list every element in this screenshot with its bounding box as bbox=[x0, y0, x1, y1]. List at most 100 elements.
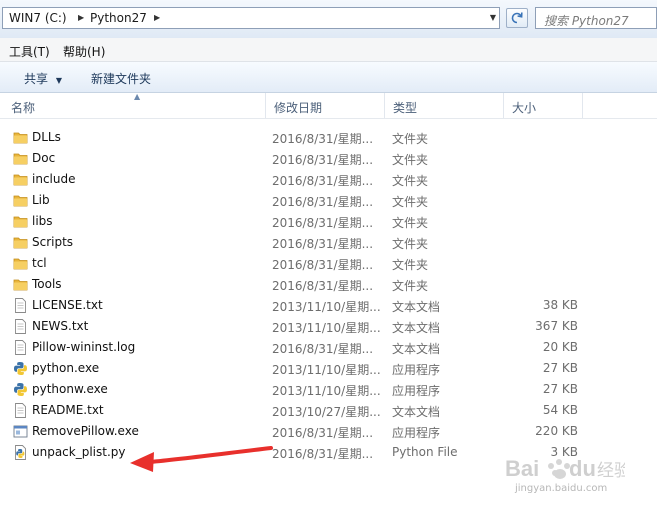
breadcrumb-drive[interactable]: WIN7 (C:) bbox=[9, 11, 67, 25]
file-row[interactable]: python.exe 2013/11/10/星期... 应用程序 27 KB bbox=[0, 358, 657, 379]
file-row[interactable]: include 2016/8/31/星期... 文件夹 bbox=[0, 169, 657, 190]
file-type: 文本文档 bbox=[392, 321, 441, 335]
annotation-arrow-icon bbox=[130, 446, 273, 472]
file-type: 文本文档 bbox=[392, 300, 441, 314]
folder-icon bbox=[13, 256, 28, 271]
column-header-modified[interactable]: 修改日期 bbox=[266, 93, 385, 118]
chevron-down-icon[interactable]: ▼ bbox=[490, 13, 496, 22]
text-file-icon bbox=[13, 403, 28, 418]
file-name: Scripts bbox=[32, 235, 74, 249]
folder-icon bbox=[13, 151, 28, 166]
file-size: 220 KB bbox=[535, 424, 578, 438]
file-modified: 2013/11/10/星期... bbox=[272, 321, 381, 335]
file-row[interactable]: Doc 2016/8/31/星期... 文件夹 bbox=[0, 148, 657, 169]
file-row[interactable]: libs 2016/8/31/星期... 文件夹 bbox=[0, 211, 657, 232]
file-modified: 2016/8/31/星期... bbox=[272, 237, 374, 251]
column-header-name[interactable]: ▲ 名称 bbox=[3, 92, 266, 118]
file-type: 文件夹 bbox=[392, 279, 429, 293]
file-modified: 2016/8/31/星期... bbox=[272, 258, 374, 272]
svg-text:Bai: Bai bbox=[505, 456, 539, 481]
file-modified: 2016/8/31/星期... bbox=[272, 279, 374, 293]
folder-icon bbox=[13, 235, 28, 250]
file-row[interactable]: Lib 2016/8/31/星期... 文件夹 bbox=[0, 190, 657, 211]
refresh-button[interactable] bbox=[506, 8, 528, 28]
menu-bar: 工具(T) 帮助(H) bbox=[0, 38, 657, 62]
file-modified: 2016/8/31/星期... bbox=[272, 195, 374, 209]
file-row[interactable]: Tools 2016/8/31/星期... 文件夹 bbox=[0, 274, 657, 295]
file-name: python.exe bbox=[32, 361, 100, 375]
column-header-type[interactable]: 类型 bbox=[385, 93, 504, 118]
file-row[interactable]: RemovePillow.exe 2016/8/31/星期... 应用程序 220 K… bbox=[0, 421, 657, 442]
file-type: 应用程序 bbox=[392, 363, 441, 377]
file-size: 367 KB bbox=[535, 319, 578, 333]
folder-icon bbox=[13, 193, 28, 208]
share-button[interactable]: 共享 ▼ bbox=[24, 70, 62, 87]
text-file-icon bbox=[13, 298, 28, 313]
file-type: Python File bbox=[392, 445, 458, 459]
file-modified: 2013/11/10/星期... bbox=[272, 363, 381, 377]
file-size: 20 KB bbox=[542, 340, 578, 354]
file-name: libs bbox=[32, 214, 53, 228]
folder-icon bbox=[13, 172, 28, 187]
svg-text:du: du bbox=[569, 456, 596, 481]
file-modified: 2016/8/31/星期... bbox=[272, 132, 374, 146]
breadcrumb-python27[interactable]: Python27 bbox=[90, 11, 147, 25]
file-row[interactable]: Pillow-wininst.log 2016/8/31/星期... 文本文档 20 … bbox=[0, 337, 657, 358]
file-type: 文本文档 bbox=[392, 405, 441, 419]
file-name: unpack_plist.py bbox=[32, 445, 126, 459]
file-row[interactable]: DLLs 2016/8/31/星期... 文件夹 bbox=[0, 127, 657, 148]
file-name: include bbox=[32, 172, 76, 186]
file-type: 文件夹 bbox=[392, 237, 429, 251]
chevron-right-icon[interactable]: ▶ bbox=[78, 13, 84, 22]
file-row[interactable]: NEWS.txt 2013/11/10/星期... 文本文档 367 KB bbox=[0, 316, 657, 337]
column-label-name: 名称 bbox=[11, 101, 36, 115]
file-type: 文本文档 bbox=[392, 342, 441, 356]
column-divider[interactable] bbox=[582, 93, 583, 118]
file-name: README.txt bbox=[32, 403, 104, 417]
address-bar[interactable]: WIN7 (C:) ▶ Python27 ▶ ▼ bbox=[2, 7, 500, 29]
file-row[interactable]: LICENSE.txt 2013/11/10/星期... 文本文档 38 KB bbox=[0, 295, 657, 316]
python-icon bbox=[13, 361, 28, 376]
file-modified: 2016/8/31/星期... bbox=[272, 426, 374, 440]
file-size: 38 KB bbox=[542, 298, 578, 312]
file-modified: 2013/11/10/星期... bbox=[272, 300, 381, 314]
file-name: NEWS.txt bbox=[32, 319, 89, 333]
svg-text:经验: 经验 bbox=[597, 461, 625, 481]
file-modified: 2016/8/31/星期... bbox=[272, 342, 374, 356]
file-row[interactable]: Scripts 2016/8/31/星期... 文件夹 bbox=[0, 232, 657, 253]
file-row[interactable]: README.txt 2013/10/27/星期... 文本文档 54 KB bbox=[0, 400, 657, 421]
menu-tools[interactable]: 工具(T) bbox=[9, 43, 50, 60]
folder-icon bbox=[13, 214, 28, 229]
sort-ascending-icon: ▲ bbox=[134, 92, 141, 101]
text-file-icon bbox=[13, 340, 28, 355]
file-type: 应用程序 bbox=[392, 384, 441, 398]
new-folder-button[interactable]: 新建文件夹 bbox=[91, 70, 151, 87]
file-size: 54 KB bbox=[542, 403, 578, 417]
column-header-row: ▲ 名称 修改日期 类型 大小 bbox=[0, 92, 657, 119]
column-header-size[interactable]: 大小 bbox=[504, 93, 583, 118]
address-bar-region: WIN7 (C:) ▶ Python27 ▶ ▼ 搜索 Python27 bbox=[0, 0, 657, 38]
file-name: LICENSE.txt bbox=[32, 298, 103, 312]
python-script-icon bbox=[13, 445, 28, 460]
chevron-down-icon: ▼ bbox=[55, 76, 62, 85]
file-name: Tools bbox=[32, 277, 62, 291]
file-modified: 2013/11/10/星期... bbox=[272, 384, 381, 398]
file-name: pythonw.exe bbox=[32, 382, 108, 396]
file-name: DLLs bbox=[32, 130, 61, 144]
file-row[interactable]: tcl 2016/8/31/星期... 文件夹 bbox=[0, 253, 657, 274]
python-icon bbox=[13, 382, 28, 397]
file-row[interactable]: pythonw.exe 2013/11/10/星期... 应用程序 27 KB bbox=[0, 379, 657, 400]
folder-icon bbox=[13, 277, 28, 292]
chevron-right-icon[interactable]: ▶ bbox=[154, 13, 160, 22]
command-bar: 共享 ▼ 新建文件夹 bbox=[0, 62, 657, 93]
menu-help[interactable]: 帮助(H) bbox=[63, 43, 105, 60]
file-size: 27 KB bbox=[542, 382, 578, 396]
application-icon bbox=[13, 424, 28, 439]
watermark-site-text: jingyan.baidu.com bbox=[515, 483, 608, 494]
column-label-size: 大小 bbox=[512, 101, 537, 115]
text-file-icon bbox=[13, 319, 28, 334]
file-type: 文件夹 bbox=[392, 153, 429, 167]
search-input[interactable]: 搜索 Python27 bbox=[535, 7, 657, 29]
search-placeholder: 搜索 Python27 bbox=[544, 14, 629, 28]
column-label-type: 类型 bbox=[393, 101, 418, 115]
